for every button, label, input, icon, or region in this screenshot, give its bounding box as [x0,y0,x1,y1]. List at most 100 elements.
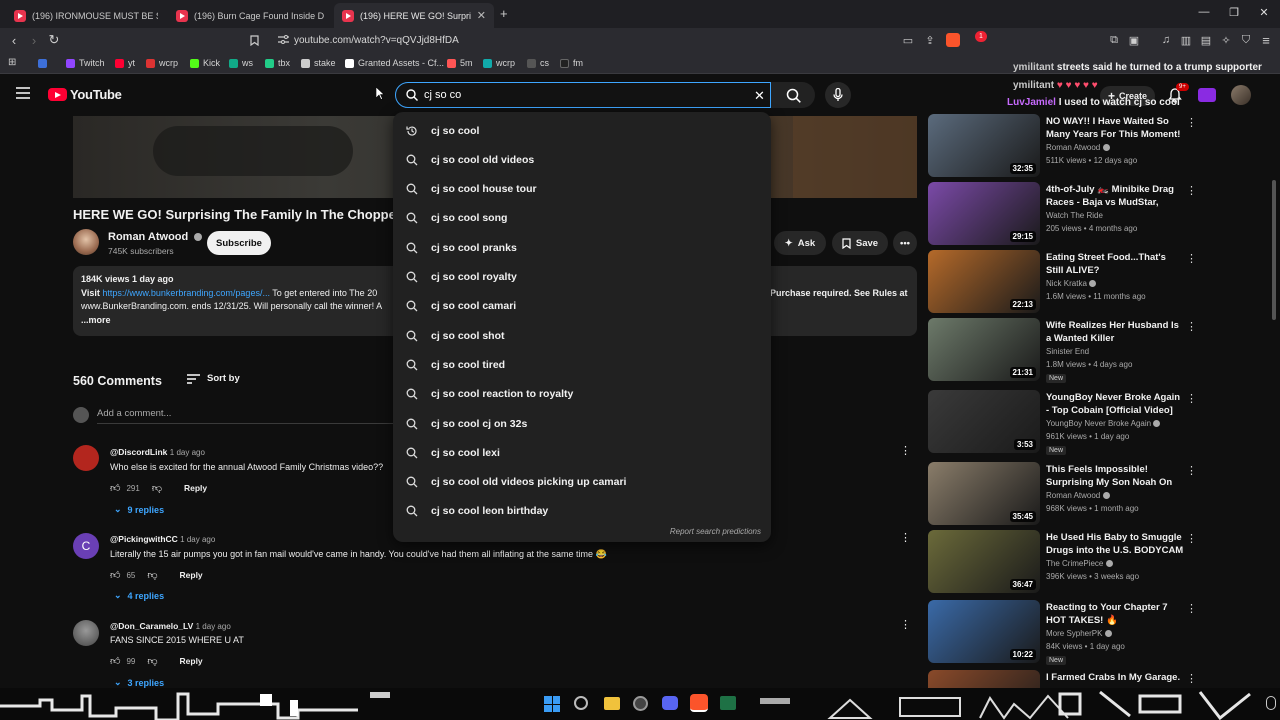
share-icon[interactable]: ⇪ [920,28,940,52]
url-field[interactable]: youtube.com/watch?v=qQVJjd8HfDA [266,28,996,52]
comment-menu-icon[interactable]: ⋮ [900,618,911,631]
file-explorer-icon[interactable] [604,697,620,710]
search-suggestion[interactable]: cj so cool tired [393,350,771,379]
video-thumbnail[interactable] [928,670,1040,688]
related-video-card[interactable]: 21:31 Wife Realizes Her Husband Is a Want… [928,318,1228,383]
excel-icon[interactable] [720,696,736,710]
search-suggestion[interactable]: cj so cool old videos picking up camari [393,468,771,497]
commenter-avatar[interactable] [73,445,99,471]
search-suggestion[interactable]: cj so cool house tour [393,175,771,204]
new-tab-icon[interactable]: + [500,6,508,21]
bookmark-item[interactable]: fm [560,55,583,71]
browser-tab-active[interactable]: (196) HERE WE GO! Surprising Th ✕ [334,3,494,28]
video-thumbnail[interactable]: 29:15 [928,182,1040,245]
video-menu-icon[interactable]: ⋮ [1186,252,1197,265]
comment-author[interactable]: @Don_Caramelo_LV [110,621,193,631]
channel-name-row[interactable]: Roman Atwood [108,231,203,243]
brave-taskbar-icon[interactable] [690,694,708,712]
search-suggestion[interactable]: cj so cool reaction to royalty [393,380,771,409]
video-menu-icon[interactable]: ⋮ [1186,184,1197,197]
search-suggestion[interactable]: cj so cool leon birthday [393,497,771,526]
bookmark-item[interactable]: stake [301,55,336,71]
video-menu-icon[interactable]: ⋮ [1186,392,1197,405]
hamburger-menu-icon[interactable] [16,87,30,99]
account-avatar[interactable] [1231,85,1251,105]
search-input[interactable] [424,89,744,101]
reply-button[interactable]: Reply [184,483,207,493]
video-menu-icon[interactable]: ⋮ [1186,602,1197,615]
comment-menu-icon[interactable]: ⋮ [900,531,911,544]
maximize-icon[interactable]: ❐ [1226,6,1242,19]
show-more-link[interactable]: ...more [81,315,111,325]
site-settings-icon[interactable] [278,35,289,45]
search-button[interactable] [771,82,815,108]
view-replies-button[interactable]: ⌄ 3 replies [114,677,164,688]
bookmark-item[interactable]: ws [229,55,253,71]
video-menu-icon[interactable]: ⋮ [1186,532,1197,545]
video-channel[interactable]: More SypherPK [1046,629,1112,638]
extension-overlay-icon[interactable] [1198,88,1216,102]
save-button[interactable]: Save [832,231,888,255]
brave-shield-icon[interactable] [946,33,960,47]
bookmark-icon[interactable] [244,28,264,52]
video-thumbnail[interactable]: 3:53 [928,390,1040,453]
video-title[interactable]: 4th-of-July 🏍️ Minibike Drag Races - Baj… [1046,183,1184,209]
view-replies-button[interactable]: ⌄ 9 replies [114,504,164,515]
related-video-card[interactable]: 3:53 YoungBoy Never Broke Again - Top Cob… [928,390,1228,455]
like-icon[interactable]: 👍︎ [110,482,120,494]
video-title[interactable]: Reacting to Your Chapter 7 HOT TAKES! 🔥 [1046,601,1184,627]
video-title[interactable]: NO WAY!! I Have Waited So Many Years For… [1046,115,1184,141]
related-video-card[interactable]: 36:47 He Used His Baby to Smuggle Drugs i… [928,530,1228,594]
subscribe-button[interactable]: Subscribe [207,231,271,255]
dislike-icon[interactable]: 👎︎ [147,655,157,667]
clear-search-icon[interactable]: ✕ [754,88,765,104]
video-channel[interactable]: YoungBoy Never Broke Again [1046,419,1161,428]
video-title[interactable]: YoungBoy Never Broke Again - Top Cobain … [1046,391,1184,417]
video-channel[interactable]: Roman Atwood [1046,143,1110,152]
bookmark-item[interactable]: Granted Assets - Cf... [345,55,444,71]
bookmark-item[interactable]: 5m [447,55,473,71]
comment-menu-icon[interactable]: ⋮ [900,444,911,457]
forward-icon[interactable]: › [24,28,44,52]
video-thumbnail[interactable]: 21:31 [928,318,1040,381]
search-suggestion[interactable]: cj so cool cj on 32s [393,409,771,438]
video-title[interactable]: Wife Realizes Her Husband Is a Wanted Ki… [1046,319,1184,345]
video-menu-icon[interactable]: ⋮ [1186,672,1197,685]
more-actions-button[interactable]: ••• [893,231,917,255]
channel-avatar[interactable] [73,229,99,255]
ask-button[interactable]: ✦ Ask [774,231,826,255]
related-video-card[interactable]: 22:13 Eating Street Food...That's Still A… [928,250,1228,314]
video-menu-icon[interactable]: ⋮ [1186,464,1197,477]
video-channel[interactable]: Nick Kratka [1046,279,1097,288]
video-title[interactable]: He Used His Baby to Smuggle Drugs into t… [1046,531,1184,557]
bookmark-item[interactable]: wcrp [483,55,515,71]
windows-start-icon[interactable] [544,696,560,712]
reply-button[interactable]: Reply [180,570,203,580]
report-predictions-link[interactable]: Report search predictions [670,527,761,536]
wallet-icon[interactable]: ▤ [1196,28,1216,52]
bookmark-item[interactable]: Twitch [66,55,105,71]
discord-icon[interactable] [662,696,678,710]
browser-menu-icon[interactable]: ≡ [1256,28,1276,52]
video-channel[interactable]: The CrimePiece [1046,559,1113,568]
video-title[interactable]: This Feels Impossible! Surprising My Son… [1046,463,1184,489]
reload-icon[interactable]: ↻ [44,28,64,52]
video-channel[interactable]: Roman Atwood [1046,491,1110,500]
tab-search-icon[interactable]: ▣ [1124,28,1144,52]
dislike-icon[interactable]: 👎︎ [152,482,162,494]
comment-author[interactable]: @PickingwithCC [110,534,178,544]
commenter-avatar[interactable]: C [73,533,99,559]
commenter-avatar[interactable] [73,620,99,646]
bookmark-item[interactable]: tbx [265,55,290,71]
minimize-icon[interactable]: — [1196,6,1212,18]
screen-share-icon[interactable]: ▭ [898,28,918,52]
dislike-icon[interactable]: 👎︎ [147,569,157,581]
related-video-card[interactable]: 35:45 This Feels Impossible! Surprising M… [928,462,1228,526]
voice-search-button[interactable] [825,82,851,108]
close-window-icon[interactable]: ✕ [1256,6,1272,19]
add-comment-field[interactable]: Add a comment... [97,408,171,419]
view-replies-button[interactable]: ⌄ 4 replies [114,590,164,601]
comment-author[interactable]: @DiscordLink [110,447,167,457]
video-channel[interactable]: Sinister End [1046,347,1089,356]
video-title[interactable]: Eating Street Food...That's Still ALIVE? [1046,251,1184,277]
